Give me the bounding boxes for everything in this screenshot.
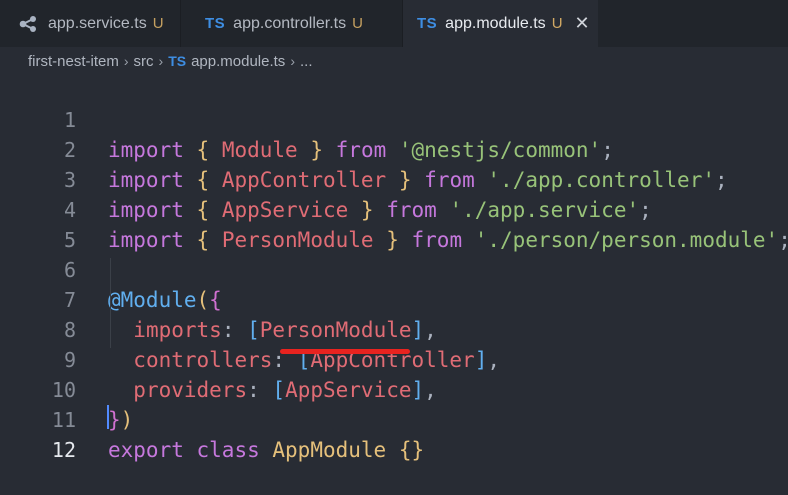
indent-guide — [110, 258, 111, 348]
code-line: 7 imports: [PersonModule], — [0, 255, 788, 342]
tab-app-module[interactable]: TS app.module.ts U ✕ — [402, 0, 598, 47]
typescript-icon: TS — [168, 53, 187, 69]
breadcrumb: first-nest-item › src › TS app.module.ts… — [0, 47, 788, 75]
git-status-badge: U — [551, 15, 563, 32]
text-cursor — [107, 405, 109, 429]
code-line: 2 import { AppController } from './app.c… — [0, 105, 788, 192]
code-line: 4 import { PersonModule } from './person… — [0, 165, 788, 252]
tab-bar: app.service.ts U TS app.controller.ts U … — [0, 0, 788, 47]
typescript-icon: TS — [417, 15, 438, 32]
nest-service-icon — [19, 15, 36, 32]
chevron-right-icon: › — [290, 53, 295, 69]
breadcrumb-symbol[interactable]: ... — [300, 53, 313, 70]
git-status-badge: U — [152, 15, 164, 32]
tab-app-service[interactable]: app.service.ts U — [0, 0, 180, 47]
code-text: export class AppModule {} — [108, 438, 425, 462]
line-number: 12 — [51, 438, 76, 462]
close-icon[interactable]: ✕ — [575, 13, 590, 34]
code-line: 3 import { AppService } from './app.serv… — [0, 135, 788, 222]
code-line: 5 — [0, 195, 788, 252]
breadcrumb-subfolder[interactable]: src — [134, 53, 154, 70]
tab-label: app.module.ts — [445, 14, 546, 32]
code-line: 1 import { Module } from '@nestjs/common… — [0, 75, 788, 162]
code-editor[interactable]: 1 import { Module } from '@nestjs/common… — [0, 75, 788, 462]
chevron-right-icon: › — [123, 53, 129, 69]
code-line: 9 providers: [AppService], — [0, 315, 788, 402]
git-status-badge: U — [352, 15, 363, 32]
tab-label: app.controller.ts — [233, 14, 347, 32]
code-line: 8 controllers: [AppController], — [0, 285, 788, 372]
code-line: 6 @Module({ — [0, 225, 788, 312]
code-line: 11 export class AppModule {} — [0, 375, 788, 462]
chevron-right-icon: › — [158, 53, 164, 69]
code-line-current: 12 — [0, 405, 788, 462]
breadcrumb-file[interactable]: app.module.ts — [191, 53, 285, 70]
tab-label: app.service.ts — [48, 14, 147, 32]
tab-app-controller[interactable]: TS app.controller.ts U — [180, 0, 402, 47]
breadcrumb-folder[interactable]: first-nest-item — [28, 53, 119, 70]
typescript-icon: TS — [205, 15, 226, 32]
highlight-underline — [280, 349, 410, 354]
